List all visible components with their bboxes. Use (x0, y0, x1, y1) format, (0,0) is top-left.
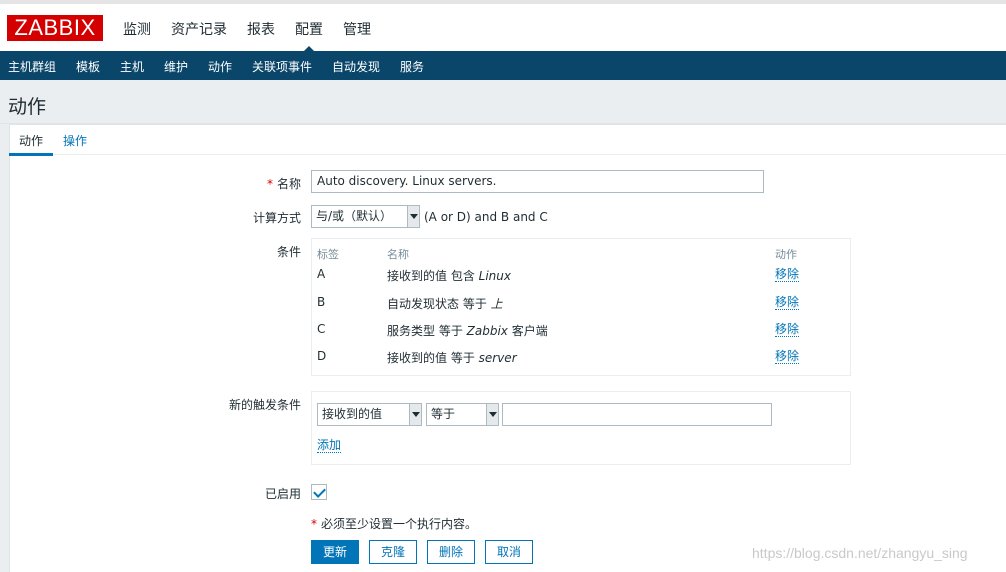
conditions-header-name: 名称 (387, 248, 409, 261)
page-title: 动作 (8, 96, 47, 118)
nav-monitoring[interactable]: 监测 (123, 19, 151, 39)
add-condition-link[interactable]: 添加 (317, 438, 342, 453)
operations-required-note: * 必须至少设置一个执行内容。 (311, 515, 477, 532)
calc-expression: (A or D) and B and C (424, 210, 548, 224)
update-button[interactable]: 更新 (311, 540, 359, 564)
sub-nav: 主机群组 模板 主机 维护 动作 关联项事件 自动发现 服务 (0, 51, 1006, 83)
condition-type-select[interactable]: 接收到的值 (317, 403, 422, 426)
calc-type-value: 与/或（默认） (316, 209, 393, 223)
window-edge (0, 0, 1006, 4)
page-header (0, 80, 1006, 124)
cancel-button[interactable]: 取消 (485, 540, 533, 564)
required-mark: * (266, 177, 273, 191)
top-bar: ZABBIX 监测 资产记录 报表 配置 管理 (0, 0, 1006, 52)
condition-value-input[interactable] (502, 403, 772, 426)
conditions-header-label: 标签 (317, 248, 339, 261)
condition-prefix: 接收到的值 包含 (387, 269, 479, 283)
subnav-hosts[interactable]: 主机 (120, 58, 144, 75)
conditions-label: 条件 (276, 245, 301, 259)
subnav-discovery[interactable]: 自动发现 (332, 58, 380, 75)
enabled-checkbox[interactable] (311, 484, 327, 500)
chevron-down-icon (486, 404, 498, 425)
condition-row-label: B (317, 295, 326, 309)
condition-row-name: 接收到的值 等于 server (387, 349, 517, 366)
condition-suffix: 客户端 (507, 324, 548, 338)
conditions-header-action: 动作 (775, 248, 797, 261)
chevron-down-icon (409, 404, 421, 425)
condition-remove-link[interactable]: 移除 (775, 267, 800, 282)
tab-action[interactable]: 动作 (8, 132, 54, 156)
main-nav: 监测 资产记录 报表 配置 管理 (123, 19, 391, 52)
name-label: * 名称 (200, 175, 301, 192)
required-mark: * (311, 517, 317, 531)
nav-reports[interactable]: 报表 (247, 19, 275, 39)
condition-row-name: 接收到的值 包含 Linux (387, 267, 511, 284)
calc-label: 计算方式 (252, 211, 301, 225)
condition-operator-select[interactable]: 等于 (426, 403, 499, 426)
condition-prefix: 自动发现状态 等于 (387, 297, 491, 311)
name-input[interactable]: Auto discovery. Linux servers. (311, 170, 764, 193)
chevron-down-icon (407, 206, 419, 227)
calc-type-select[interactable]: 与/或（默认） (311, 205, 420, 228)
condition-prefix: 服务类型 等于 (387, 324, 467, 338)
clone-button[interactable]: 克隆 (369, 540, 417, 564)
condition-row-label: A (317, 267, 326, 281)
zabbix-logo[interactable]: ZABBIX (7, 15, 103, 41)
nav-administration[interactable]: 管理 (343, 19, 371, 39)
delete-button[interactable]: 删除 (427, 540, 475, 564)
subnav-templates[interactable]: 模板 (76, 58, 100, 75)
condition-remove-link[interactable]: 移除 (775, 322, 800, 337)
condition-remove-link[interactable]: 移除 (775, 349, 800, 364)
nav-configuration[interactable]: 配置 (295, 19, 323, 52)
subnav-maintenance[interactable]: 维护 (164, 58, 188, 75)
condition-value: server (478, 351, 517, 365)
condition-value: Linux (478, 269, 511, 283)
subnav-host-groups[interactable]: 主机群组 (8, 58, 56, 75)
nav-inventory[interactable]: 资产记录 (171, 19, 227, 39)
form-tabs: 动作 操作 (8, 124, 1006, 156)
condition-type-value: 接收到的值 (322, 407, 383, 421)
subnav-services[interactable]: 服务 (400, 58, 424, 75)
watermark: https://blog.csdn.net/zhangyu_sing (752, 545, 968, 561)
condition-value: Zabbix (466, 324, 508, 338)
condition-value: 上 (490, 297, 503, 311)
condition-prefix: 接收到的值 等于 (387, 351, 479, 365)
tab-operations[interactable]: 操作 (63, 132, 87, 149)
new-condition-label: 新的触发条件 (228, 398, 301, 412)
condition-row-label: D (317, 349, 327, 363)
condition-operator-value: 等于 (431, 407, 456, 421)
condition-row-name: 自动发现状态 等于 上 (387, 295, 503, 312)
condition-row-name: 服务类型 等于 Zabbix 客户端 (387, 322, 548, 339)
condition-remove-link[interactable]: 移除 (775, 295, 800, 310)
subnav-event-correlation[interactable]: 关联项事件 (252, 58, 312, 75)
note-text: 必须至少设置一个执行内容。 (321, 517, 478, 531)
condition-row-label: C (317, 322, 326, 336)
name-label-text: 名称 (276, 177, 301, 191)
enabled-label: 已启用 (264, 487, 301, 501)
nav-configuration-label: 配置 (295, 22, 323, 38)
